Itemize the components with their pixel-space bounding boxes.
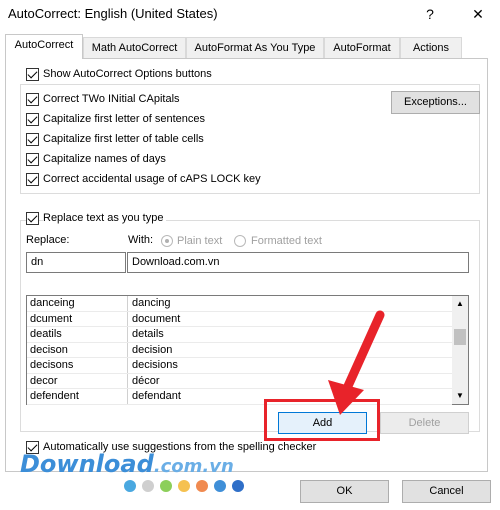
entry-with-cell: decision <box>132 343 173 356</box>
exceptions-button[interactable]: Exceptions... <box>391 91 480 114</box>
column-divider <box>127 373 128 388</box>
help-button[interactable]: ? <box>416 3 444 25</box>
first-sentence-label: Capitalize first letter of sentences <box>43 113 206 125</box>
show-buttons-label: Show AutoCorrect Options buttons <box>43 68 212 80</box>
entry-with-cell: defendant <box>132 390 181 402</box>
entry-replace-cell: defendent <box>30 390 79 402</box>
names-days-checkbox[interactable] <box>26 153 39 166</box>
entry-list[interactable]: danceing dancing dcument document deatils det… <box>26 295 469 405</box>
first-table-checkbox[interactable] <box>26 133 39 146</box>
watermark-dot <box>142 480 154 492</box>
tab-autoformat-as-you-type[interactable]: AutoFormat As You Type <box>186 37 324 58</box>
two-initial-label: Correct TWo INitial CApitals <box>43 93 180 105</box>
entry-with-cell: details <box>132 328 164 340</box>
entry-with-cell: decisions <box>132 359 178 371</box>
column-divider <box>127 389 128 404</box>
tab-autoformat[interactable]: AutoFormat <box>324 37 400 58</box>
with-input[interactable]: Download.com.vn <box>127 252 469 273</box>
close-button[interactable]: ✕ <box>464 3 492 25</box>
watermark-dot <box>214 480 226 492</box>
tab-math-autocorrect[interactable]: Math AutoCorrect <box>83 37 186 58</box>
entry-replace-cell: danceing <box>30 297 75 309</box>
entry-with-cell: décor <box>132 374 160 387</box>
watermark-dot <box>124 480 136 492</box>
with-label: With: <box>128 234 154 246</box>
watermark-dot <box>196 480 208 492</box>
entry-replace-cell: decison <box>30 343 68 356</box>
watermark-dots <box>124 480 264 494</box>
watermark-dot <box>160 480 172 492</box>
formatted-text-label: Formatted text <box>251 235 322 247</box>
plain-text-radio[interactable] <box>161 235 173 247</box>
two-initial-checkbox[interactable] <box>26 93 39 106</box>
red-arrow-icon <box>328 310 385 415</box>
entry-with-cell: document <box>132 312 181 325</box>
column-divider <box>127 296 128 311</box>
scroll-up-icon[interactable]: ▲ <box>456 299 464 308</box>
replace-input[interactable]: dn <box>26 252 126 273</box>
delete-button[interactable]: Delete <box>380 412 469 434</box>
watermark-logo: Download.com.vn <box>20 450 234 478</box>
replace-label: Replace: <box>26 234 70 246</box>
watermark-dot <box>178 480 190 492</box>
ok-button[interactable]: OK <box>300 480 389 503</box>
caps-lock-checkbox[interactable] <box>26 173 39 186</box>
scroll-down-icon[interactable]: ▼ <box>456 391 464 400</box>
names-days-label: Capitalize names of days <box>43 153 166 165</box>
entry-replace-cell: dcument <box>30 312 73 325</box>
scroll-thumb[interactable] <box>454 329 466 345</box>
replace-checkbox[interactable] <box>26 212 39 225</box>
tab-actions[interactable]: Actions <box>400 37 462 58</box>
list-scrollbar[interactable]: ▲ ▼ <box>452 296 468 404</box>
entry-with-cell: dancing <box>132 297 171 309</box>
column-divider <box>127 327 128 342</box>
formatted-text-radio[interactable] <box>234 235 246 247</box>
replace-checkbox-label: Replace text as you type <box>43 212 167 224</box>
caps-lock-label: Correct accidental usage of cAPS LOCK ke… <box>43 173 261 185</box>
plain-text-label: Plain text <box>177 235 223 247</box>
column-divider <box>127 358 128 373</box>
entry-replace-cell: decisons <box>30 359 74 371</box>
entry-replace-cell: deatils <box>30 328 62 340</box>
column-divider <box>127 311 128 326</box>
watermark-dot <box>232 480 244 492</box>
first-table-label: Capitalize first letter of table cells <box>43 133 204 145</box>
window-title: AutoCorrect: English (United States) <box>8 6 218 21</box>
cancel-button[interactable]: Cancel <box>402 480 491 503</box>
entry-replace-cell: decor <box>30 374 58 387</box>
show-buttons-checkbox[interactable] <box>26 68 39 81</box>
tab-autocorrect[interactable]: AutoCorrect <box>5 34 83 59</box>
first-sentence-checkbox[interactable] <box>26 113 39 126</box>
column-divider <box>127 342 128 357</box>
